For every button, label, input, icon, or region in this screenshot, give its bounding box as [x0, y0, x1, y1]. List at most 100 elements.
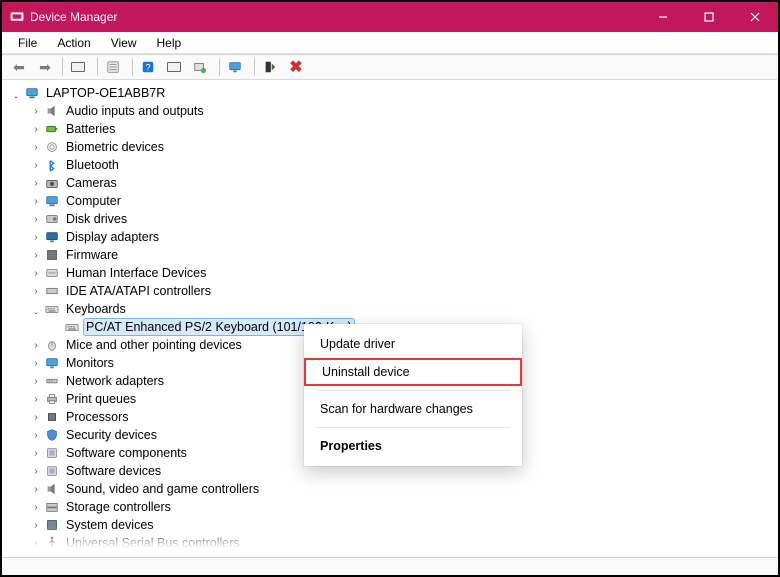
chevron-right-icon[interactable]: ›	[30, 393, 42, 405]
chevron-right-icon[interactable]: ›	[30, 177, 42, 189]
bluetooth-icon	[44, 157, 60, 173]
tree-item[interactable]: › Human Interface Devices	[30, 264, 778, 282]
tree-item-label[interactable]: Bluetooth	[64, 157, 121, 173]
context-menu-item[interactable]: Properties	[304, 432, 522, 460]
tree-item[interactable]: › Bluetooth	[30, 156, 778, 174]
forward-button[interactable]: ➡	[32, 56, 58, 78]
arrow-right-icon: ➡	[39, 59, 51, 76]
chevron-right-icon[interactable]: ›	[30, 375, 42, 387]
cpu-icon	[44, 409, 60, 425]
context-menu: Update driverUninstall device Scan for ha…	[304, 324, 522, 466]
chevron-right-icon[interactable]	[50, 321, 62, 333]
chevron-right-icon[interactable]: ›	[30, 447, 42, 459]
tree-item-label[interactable]: System devices	[64, 517, 156, 533]
show-hide-tree-button[interactable]	[67, 56, 93, 78]
tree-item[interactable]: › Audio inputs and outputs	[30, 102, 778, 120]
chevron-right-icon[interactable]: ›	[30, 429, 42, 441]
chevron-down-icon[interactable]: ˬ	[30, 303, 42, 315]
chevron-right-icon[interactable]: ›	[30, 339, 42, 351]
minimize-button[interactable]	[640, 2, 686, 32]
chevron-right-icon[interactable]: ›	[30, 249, 42, 261]
tree-item-label[interactable]: IDE ATA/ATAPI controllers	[64, 283, 213, 299]
tree-item-label[interactable]: Universal Serial Bus controllers	[64, 535, 242, 551]
tree-item[interactable]: › Firmware	[30, 246, 778, 264]
chevron-down-icon[interactable]: ˬ	[10, 87, 22, 99]
tree-view[interactable]: ˬLAPTOP-OE1ABB7R›Audio inputs and output…	[2, 80, 778, 557]
tree-item-label[interactable]: Storage controllers	[64, 499, 173, 515]
tree-item-label[interactable]: Human Interface Devices	[64, 265, 208, 281]
tree-item-label[interactable]: Sound, video and game controllers	[64, 481, 261, 497]
tree-item-label[interactable]: Network adapters	[64, 373, 166, 389]
action-button[interactable]	[163, 56, 189, 78]
tree-item[interactable]: › IDE ATA/ATAPI controllers	[30, 282, 778, 300]
toolbar: ⬅ ➡ ? ✖	[2, 54, 778, 80]
tree-item-label[interactable]: Monitors	[64, 355, 116, 371]
tree-item-label[interactable]: Security devices	[64, 427, 159, 443]
tree-item-label[interactable]: Keyboards	[64, 301, 128, 317]
svg-text:?: ?	[146, 63, 151, 73]
tree-item[interactable]: › System devices	[30, 516, 778, 534]
scan-button[interactable]	[189, 56, 215, 78]
chevron-right-icon[interactable]: ›	[30, 285, 42, 297]
chevron-right-icon[interactable]: ›	[30, 357, 42, 369]
menu-view[interactable]: View	[101, 34, 147, 52]
uninstall-button[interactable]: ✖	[285, 56, 311, 78]
tree-item-label[interactable]: Computer	[64, 193, 123, 209]
tree-item[interactable]: › Computer	[30, 192, 778, 210]
tree-item[interactable]: › Batteries	[30, 120, 778, 138]
context-menu-item[interactable]: Scan for hardware changes	[304, 395, 522, 423]
toolbar-separator	[132, 58, 133, 76]
toolbar-separator	[254, 58, 255, 76]
close-button[interactable]	[732, 2, 778, 32]
context-menu-item[interactable]: Update driver	[304, 330, 522, 358]
menu-file[interactable]: File	[8, 34, 47, 52]
tree-item[interactable]: ˬ Keyboards	[30, 300, 778, 318]
tree-item-label[interactable]: LAPTOP-OE1ABB7R	[44, 85, 167, 101]
tree-item[interactable]: › Sound, video and game controllers	[30, 480, 778, 498]
update-driver-button[interactable]	[224, 56, 250, 78]
tree-item[interactable]: › Universal Serial Bus controllers	[30, 534, 778, 552]
tree-item-label[interactable]: Software devices	[64, 463, 163, 479]
tree-item-label[interactable]: Print queues	[64, 391, 138, 407]
chevron-right-icon[interactable]: ›	[30, 519, 42, 531]
properties-button[interactable]	[102, 56, 128, 78]
tree-item-label[interactable]: Disk drives	[64, 211, 129, 227]
tree-item-label[interactable]: Audio inputs and outputs	[64, 103, 206, 119]
tree-item-label[interactable]: Biometric devices	[64, 139, 166, 155]
chevron-right-icon[interactable]: ›	[30, 123, 42, 135]
chevron-right-icon[interactable]: ›	[30, 267, 42, 279]
hid-icon	[44, 265, 60, 281]
tree-item-label[interactable]: Software components	[64, 445, 189, 461]
chevron-right-icon[interactable]: ›	[30, 105, 42, 117]
tree-item[interactable]: › Cameras	[30, 174, 778, 192]
tree-item[interactable]: › Biometric devices	[30, 138, 778, 156]
back-button[interactable]: ⬅	[6, 56, 32, 78]
tree-item-label[interactable]: Batteries	[64, 121, 117, 137]
tree-item-label[interactable]: Firmware	[64, 247, 120, 263]
maximize-button[interactable]	[686, 2, 732, 32]
enable-button[interactable]	[259, 56, 285, 78]
tree-item[interactable]: ˬ LAPTOP-OE1ABB7R	[10, 84, 778, 102]
tree-item[interactable]: › Disk drives	[30, 210, 778, 228]
tree-item[interactable]: › Storage controllers	[30, 498, 778, 516]
chevron-right-icon[interactable]: ›	[30, 195, 42, 207]
chevron-right-icon[interactable]: ›	[30, 465, 42, 477]
chevron-right-icon[interactable]: ›	[30, 213, 42, 225]
chevron-right-icon[interactable]: ›	[30, 141, 42, 153]
tree-item[interactable]: › Display adapters	[30, 228, 778, 246]
mouse-icon	[44, 337, 60, 353]
chevron-right-icon[interactable]: ›	[30, 501, 42, 513]
chevron-right-icon[interactable]: ›	[30, 483, 42, 495]
menu-help[interactable]: Help	[147, 34, 192, 52]
tree-item-label[interactable]: Mice and other pointing devices	[64, 337, 244, 353]
tree-item-label[interactable]: Display adapters	[64, 229, 161, 245]
help-button[interactable]: ?	[137, 56, 163, 78]
chevron-right-icon[interactable]: ›	[30, 159, 42, 171]
context-menu-item[interactable]: Uninstall device	[304, 358, 522, 386]
tree-item-label[interactable]: Cameras	[64, 175, 119, 191]
chevron-right-icon[interactable]: ›	[30, 231, 42, 243]
chevron-right-icon[interactable]: ›	[30, 411, 42, 423]
chevron-right-icon[interactable]: ›	[30, 537, 42, 549]
menu-action[interactable]: Action	[47, 34, 100, 52]
tree-item-label[interactable]: Processors	[64, 409, 131, 425]
